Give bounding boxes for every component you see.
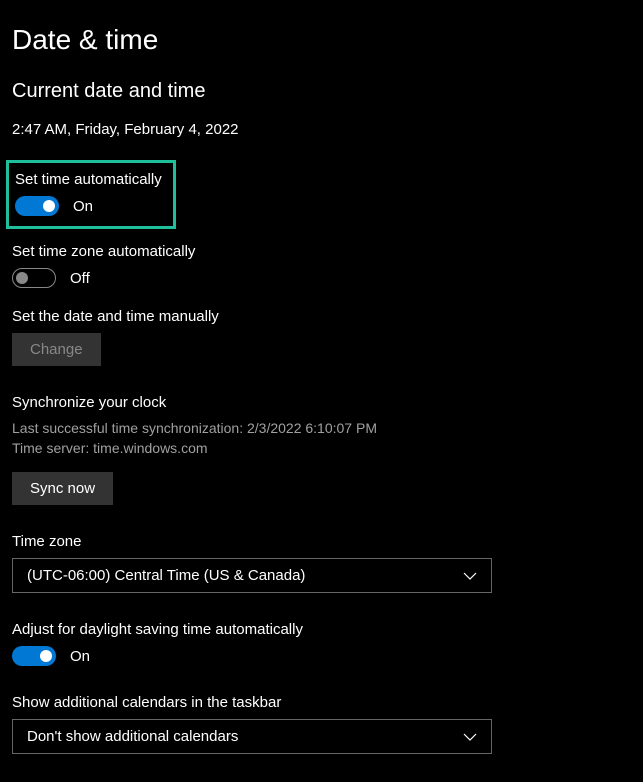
timezone-block: Time zone (UTC-06:00) Central Time (US &… [12,533,631,593]
dst-state: On [70,648,90,665]
manual-datetime-block: Set the date and time manually Change [12,308,631,366]
timezone-dropdown[interactable]: (UTC-06:00) Central Time (US & Canada) [12,558,492,593]
chevron-down-icon [463,733,477,741]
timezone-label: Time zone [12,533,631,550]
page-title: Date & time [12,24,631,56]
change-button[interactable]: Change [12,333,101,366]
dst-block: Adjust for daylight saving time automati… [12,621,631,666]
set-zone-auto-block: Set time zone automatically Off [12,243,631,288]
current-date-value: 2:47 AM, Friday, February 4, 2022 [12,121,631,138]
calendars-label: Show additional calendars in the taskbar [12,694,631,711]
chevron-down-icon [463,572,477,580]
manual-datetime-label: Set the date and time manually [12,308,631,325]
timezone-value: (UTC-06:00) Central Time (US & Canada) [27,567,305,584]
set-zone-auto-state: Off [70,270,90,287]
calendars-dropdown[interactable]: Don't show additional calendars [12,719,492,754]
set-time-auto-label: Set time automatically [15,171,167,188]
sync-last-line: Last successful time synchronization: 2/… [12,419,631,439]
sync-server-line: Time server: time.windows.com [12,439,631,459]
current-date-heading: Current date and time [12,80,631,103]
set-time-auto-state: On [73,198,93,215]
dst-label: Adjust for daylight saving time automati… [12,621,631,638]
set-time-auto-toggle[interactable] [15,196,59,216]
set-zone-auto-label: Set time zone automatically [12,243,631,260]
set-time-auto-highlight: Set time automatically On [6,160,176,229]
sync-heading: Synchronize your clock [12,394,631,411]
calendars-block: Show additional calendars in the taskbar… [12,694,631,754]
sync-now-button[interactable]: Sync now [12,472,113,505]
set-zone-auto-toggle[interactable] [12,268,56,288]
sync-section: Synchronize your clock Last successful t… [12,394,631,505]
calendars-value: Don't show additional calendars [27,728,238,745]
dst-toggle[interactable] [12,646,56,666]
